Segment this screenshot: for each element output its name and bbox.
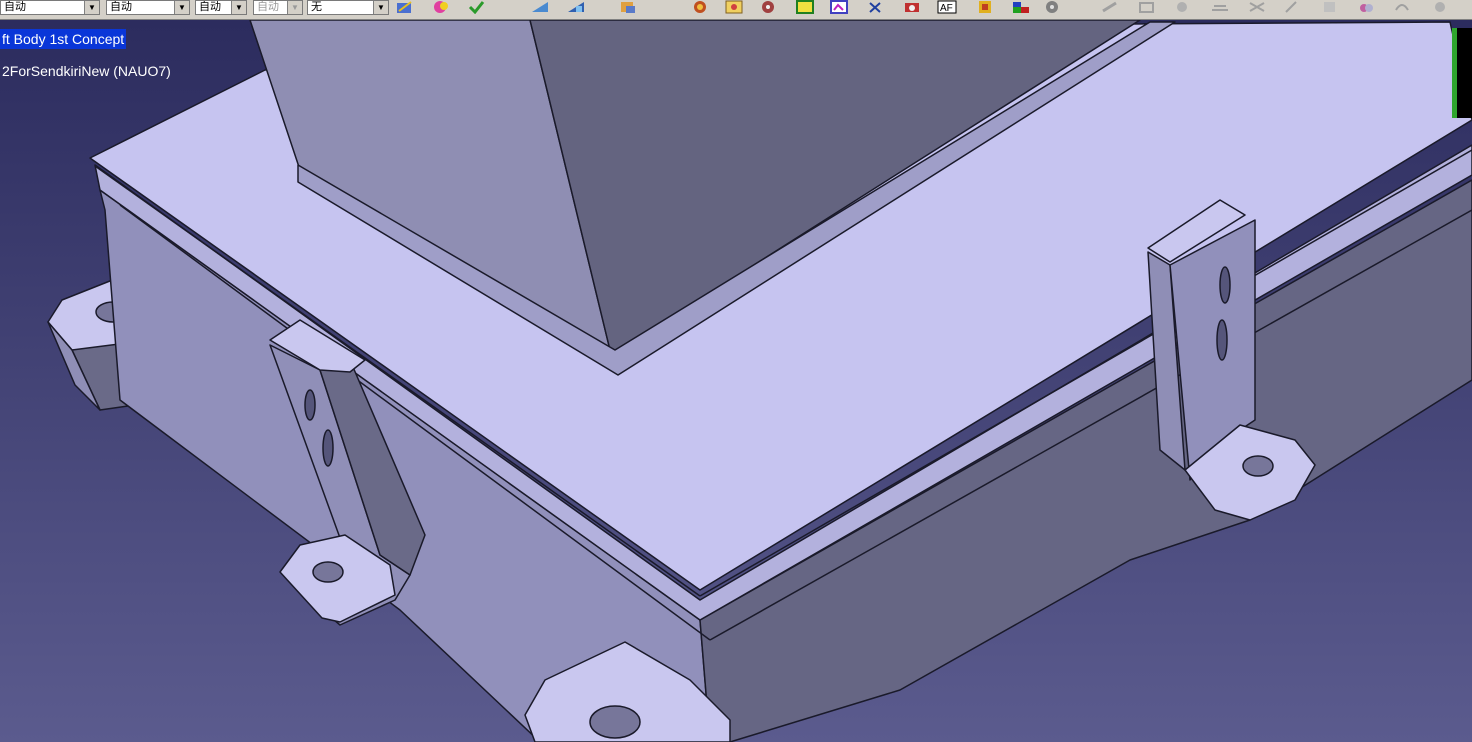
left-bracket-foot-hole	[312, 561, 344, 583]
disabled-tool-icon	[1177, 2, 1187, 12]
compass-indicator	[1452, 28, 1472, 118]
svg-text:AF: AF	[940, 3, 953, 14]
combo-2-value: 自动	[110, 1, 132, 13]
left-bracket-slot-2	[322, 429, 334, 467]
disabled-tool-icon	[1435, 2, 1445, 12]
chevron-down-icon[interactable]: ▼	[84, 1, 99, 14]
material-icon[interactable]	[690, 0, 710, 14]
combo-5-value: 无	[311, 1, 322, 13]
render-icon[interactable]	[530, 0, 550, 14]
right-bracket-foot-hole	[1242, 455, 1274, 477]
image-icon[interactable]	[724, 0, 744, 14]
combo-1-value: 自动	[4, 1, 26, 13]
disabled-tool-icon	[1360, 4, 1373, 12]
chevron-down-icon[interactable]: ▼	[174, 1, 189, 14]
disabled-tool-icon	[1395, 4, 1409, 11]
frame-icon[interactable]	[795, 0, 815, 14]
tree-selected-label[interactable]: ft Body 1st Concept	[0, 29, 127, 49]
disabled-tool-icon	[1324, 2, 1335, 12]
window-icon[interactable]	[1011, 0, 1031, 14]
options-icon[interactable]	[1043, 0, 1063, 14]
combo-4-value: 自动	[257, 1, 279, 13]
material-lib-icon[interactable]	[758, 0, 778, 14]
color-icon[interactable]	[432, 0, 452, 14]
3d-viewport[interactable]	[0, 20, 1472, 742]
disabled-tool-icon	[1249, 2, 1265, 12]
combo-5[interactable]: 无 ▼	[307, 0, 389, 15]
disabled-tool-icon	[1102, 1, 1117, 13]
combo-3-value: 自动	[199, 1, 221, 13]
disabled-tool-icon	[1285, 1, 1297, 13]
render-shade-icon[interactable]	[566, 0, 586, 14]
left-bracket-slot-1	[304, 389, 316, 421]
sketch-icon[interactable]	[395, 0, 415, 14]
bottom-foot-hole	[589, 705, 641, 739]
chevron-down-icon[interactable]: ▼	[373, 1, 388, 14]
camera-icon[interactable]	[902, 0, 922, 14]
right-bracket-slot-1	[1219, 266, 1231, 304]
combo-1[interactable]: 自动 ▼	[0, 0, 100, 15]
combo-2[interactable]: 自动 ▼	[106, 0, 190, 15]
check-icon[interactable]	[467, 0, 487, 14]
disabled-tool-icon	[1212, 5, 1228, 11]
note-icon[interactable]	[975, 0, 995, 14]
delete-icon[interactable]	[866, 0, 886, 14]
chevron-down-icon: ▼	[287, 1, 302, 14]
toolbar: 自动 ▼ 自动 ▼ 自动 ▼ 自动 ▼ 无 ▼ AF	[0, 0, 1472, 20]
combo-3[interactable]: 自动 ▼	[195, 0, 247, 15]
tools-icon[interactable]	[618, 0, 638, 14]
text-icon[interactable]: AF	[937, 0, 957, 14]
disabled-tool-icon	[1139, 2, 1154, 13]
picture-icon[interactable]	[829, 0, 849, 14]
tree-product-label[interactable]: 2ForSendkiriNew (NAUO7)	[2, 61, 171, 81]
combo-4: 自动 ▼	[253, 0, 303, 15]
right-bracket-slot-2	[1216, 319, 1228, 361]
chevron-down-icon[interactable]: ▼	[231, 1, 246, 14]
